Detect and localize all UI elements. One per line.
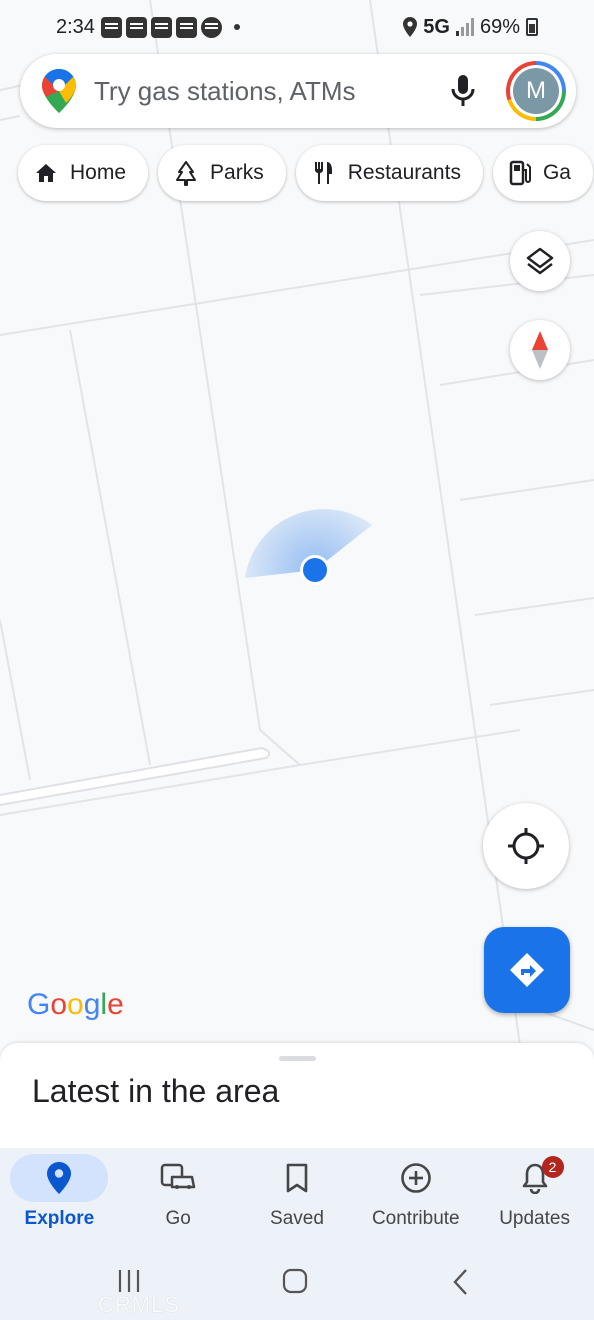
back-icon[interactable] xyxy=(450,1268,472,1296)
google-logo-letter: o xyxy=(50,988,68,1021)
nav-updates[interactable]: 2 Updates xyxy=(475,1148,594,1244)
sheet-drag-handle[interactable] xyxy=(279,1056,316,1061)
nav-label: Go xyxy=(165,1208,191,1229)
chip-restaurants[interactable]: Restaurants xyxy=(295,145,483,201)
signal-icon xyxy=(455,18,474,36)
directions-icon xyxy=(510,953,544,987)
system-navigation-bar xyxy=(0,1244,594,1320)
fork-knife-icon xyxy=(314,162,332,184)
add-circle-icon xyxy=(400,1163,431,1193)
crosshair-icon xyxy=(508,828,544,864)
chip-home[interactable]: Home xyxy=(18,145,149,201)
search-input[interactable]: Try gas stations, ATMs xyxy=(94,76,450,107)
google-logo-letter: G xyxy=(27,988,51,1021)
nav-explore[interactable]: Explore xyxy=(0,1148,119,1244)
nav-label: Updates xyxy=(499,1208,570,1229)
status-time: 2:34 xyxy=(56,15,95,38)
layers-button[interactable] xyxy=(510,231,570,291)
sheet-title: Latest in the area xyxy=(32,1073,280,1109)
nav-saved[interactable]: Saved xyxy=(238,1148,357,1244)
google-logo-letter: e xyxy=(107,988,124,1021)
more-notifications-icon xyxy=(233,24,240,30)
bottom-sheet[interactable]: Latest in the area xyxy=(0,1043,594,1153)
home-nav-icon[interactable] xyxy=(282,1268,308,1294)
chip-label: Parks xyxy=(210,161,264,184)
compass-button[interactable] xyxy=(510,320,570,380)
battery-icon xyxy=(526,18,538,36)
tree-icon xyxy=(176,161,197,186)
updates-badge: 2 xyxy=(541,1156,564,1178)
google-logo-letter: g xyxy=(83,988,101,1021)
location-pin-icon xyxy=(47,1162,72,1194)
directions-button[interactable] xyxy=(484,927,570,1013)
notification-icons xyxy=(100,16,240,38)
commute-icon xyxy=(160,1163,196,1189)
gas-pump-icon xyxy=(509,160,531,186)
google-logo-letter: o xyxy=(67,988,84,1021)
search-bar[interactable]: Try gas stations, ATMs M xyxy=(20,54,576,128)
nav-label: Contribute xyxy=(371,1208,460,1229)
soccer-icon xyxy=(200,16,222,38)
nav-label: Explore xyxy=(24,1208,95,1229)
microphone-icon[interactable] xyxy=(450,74,476,108)
avatar-initial: M xyxy=(513,68,559,114)
category-chips: Home Parks Restaurants Ga xyxy=(18,145,593,201)
list-icon xyxy=(175,16,197,38)
account-avatar-button[interactable]: M xyxy=(506,61,566,121)
bookmark-icon xyxy=(286,1163,308,1193)
chip-label: Home xyxy=(70,161,127,184)
chip-gas[interactable]: Ga xyxy=(492,145,593,201)
layers-icon xyxy=(526,247,554,275)
chip-label: Restaurants xyxy=(347,161,461,184)
location-icon xyxy=(403,17,418,37)
home-icon xyxy=(36,164,56,182)
google-logo: Google xyxy=(27,988,124,1022)
nav-label: Saved xyxy=(270,1208,324,1229)
maps-logo-icon xyxy=(42,69,76,113)
message-icon xyxy=(100,16,122,38)
status-bar: 2:34 5G 69% xyxy=(0,0,594,54)
network-type: 5G xyxy=(423,15,450,38)
recent-apps-icon[interactable] xyxy=(116,1268,142,1294)
nav-contribute[interactable]: Contribute xyxy=(356,1148,475,1244)
compass-icon xyxy=(532,331,548,369)
watermark: CRMLS xyxy=(98,1292,181,1317)
message-icon xyxy=(125,16,147,38)
chip-parks[interactable]: Parks xyxy=(158,145,286,201)
my-location-button[interactable] xyxy=(483,803,569,889)
list-icon xyxy=(150,16,172,38)
bottom-navigation: Explore Go Saved Contribute 2 Updates xyxy=(0,1148,594,1244)
battery-percent: 69% xyxy=(479,15,520,38)
location-dot[interactable] xyxy=(303,558,327,582)
chip-label: Ga xyxy=(542,161,571,184)
nav-go[interactable]: Go xyxy=(119,1148,238,1244)
